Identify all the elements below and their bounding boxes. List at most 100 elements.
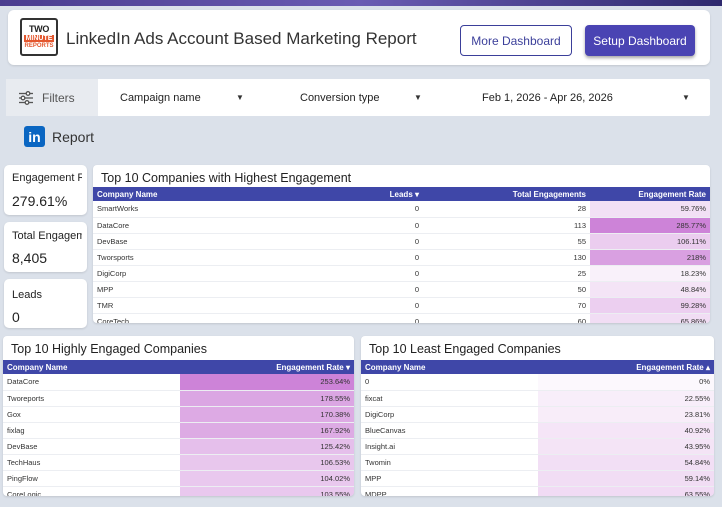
chevron-down-icon: ▼: [236, 93, 244, 102]
cell-engagement-rate: 103.55%: [180, 486, 354, 496]
cell-company: CoreLogic: [3, 486, 180, 496]
cell-engagement-rate: 106.11%: [590, 233, 710, 250]
cell-company: Insight.ai: [361, 438, 538, 455]
cell-engagement-rate: 22.55%: [538, 390, 714, 407]
cell-company: 0: [361, 374, 538, 391]
table-row[interactable]: MPP 59.14%: [361, 470, 714, 487]
cell-company: PingFlow: [3, 470, 180, 487]
table-row[interactable]: 0 0%: [361, 374, 714, 391]
cell-engagement-rate: 54.84%: [538, 454, 714, 471]
more-dashboard-button[interactable]: More Dashboard: [460, 25, 572, 56]
linkedin-icon: in: [24, 126, 45, 147]
cell-engagement-rate: 106.53%: [180, 454, 354, 471]
table-row[interactable]: DigiCorp 23.81%: [361, 406, 714, 423]
report-section-label: in Report: [24, 126, 94, 147]
cell-total-engagements: 25: [423, 265, 590, 282]
cell-company: DevBase: [3, 438, 180, 455]
setup-dashboard-button[interactable]: Setup Dashboard: [585, 25, 695, 56]
cell-engagement-rate: 167.92%: [180, 422, 354, 439]
top-engagement-panel: Top 10 Companies with Highest Engagement…: [93, 165, 710, 323]
filters-label: Filters: [42, 90, 75, 105]
table-row[interactable]: Twomin 54.84%: [361, 454, 714, 471]
page-title: LinkedIn Ads Account Based Marketing Rep…: [66, 29, 417, 48]
cell-engagement-rate: 285.77%: [590, 217, 710, 234]
report-header: TWO MINUTE REPORTS LinkedIn Ads Account …: [8, 10, 710, 65]
date-range-label: Feb 1, 2026 - Apr 26, 2026: [482, 91, 613, 104]
cell-company: DigiCorp: [93, 265, 303, 282]
table-row[interactable]: MDPP 63.55%: [361, 486, 714, 496]
chevron-down-icon: ▼: [414, 93, 422, 102]
panel-title: Top 10 Highly Engaged Companies: [11, 342, 207, 356]
cell-engagement-rate: 99.28%: [590, 297, 710, 314]
filters-toggle[interactable]: Filters: [6, 79, 98, 116]
cell-company: fixcat: [361, 390, 538, 407]
column-header-engagement-rate[interactable]: Engagement Rate: [590, 187, 710, 201]
table-row[interactable]: DataCore 0 113 285.77%: [93, 217, 710, 234]
table-row[interactable]: DevBase 125.42%: [3, 438, 354, 455]
top-accent-strip: [0, 0, 722, 6]
cell-leads: 0: [303, 201, 423, 218]
sliders-icon: [19, 90, 33, 105]
table-row[interactable]: DataCore 253.64%: [3, 374, 354, 391]
kpi-label: Total Engagements: [12, 230, 82, 242]
cell-company: MPP: [361, 470, 538, 487]
table-row[interactable]: Insight.ai 43.95%: [361, 438, 714, 455]
cell-engagement-rate: 218%: [590, 249, 710, 266]
column-header-leads[interactable]: Leads ▾: [303, 187, 423, 201]
cell-leads: 0: [303, 233, 423, 250]
cell-company: Tworeports: [3, 390, 180, 407]
table-row[interactable]: DevBase 0 55 106.11%: [93, 233, 710, 250]
table-row[interactable]: Tworsports 0 130 218%: [93, 249, 710, 266]
table-row[interactable]: TechHaus 106.53%: [3, 454, 354, 471]
cell-company: Tworsports: [93, 249, 303, 266]
cell-leads: 0: [303, 217, 423, 234]
cell-leads: 0: [303, 249, 423, 266]
kpi-value: 0: [12, 309, 20, 325]
column-header-engagement-rate[interactable]: Engagement Rate ▾: [180, 360, 354, 374]
column-header-company[interactable]: Company Name: [93, 187, 303, 201]
table-row[interactable]: SmartWorks 0 28 59.76%: [93, 201, 710, 218]
cell-total-engagements: 113: [423, 217, 590, 234]
table-row[interactable]: fixlag 167.92%: [3, 422, 354, 439]
cell-leads: 0: [303, 297, 423, 314]
cell-total-engagements: 130: [423, 249, 590, 266]
two-minute-reports-logo: TWO MINUTE REPORTS: [20, 18, 58, 56]
conversion-type-dropdown[interactable]: Conversion type ▼: [300, 79, 424, 116]
top-engagement-table: Company Name Leads ▾ Total Engagements E…: [93, 187, 710, 323]
cell-total-engagements: 70: [423, 297, 590, 314]
table-row[interactable]: MPP 0 50 48.84%: [93, 281, 710, 298]
cell-company: MPP: [93, 281, 303, 298]
table-row[interactable]: CoreLogic 103.55%: [3, 486, 354, 496]
cell-engagement-rate: 40.92%: [538, 422, 714, 439]
column-header-company[interactable]: Company Name: [3, 360, 180, 374]
cell-company: fixlag: [3, 422, 180, 439]
least-engaged-panel: Top 10 Least Engaged Companies Company N…: [361, 336, 714, 496]
column-header-total-engagements[interactable]: Total Engagements: [423, 187, 590, 201]
table-row[interactable]: DigiCorp 0 25 18.23%: [93, 265, 710, 282]
kpi-value: 279.61%: [12, 193, 68, 209]
cell-leads: 0: [303, 265, 423, 282]
cell-engagement-rate: 23.81%: [538, 406, 714, 423]
cell-company: DevBase: [93, 233, 303, 250]
cell-company: Gox: [3, 406, 180, 423]
table-row[interactable]: BlueCanvas 40.92%: [361, 422, 714, 439]
campaign-name-dropdown[interactable]: Campaign name ▼: [120, 79, 250, 116]
logo-line-2: MINUTE: [23, 35, 55, 42]
table-row[interactable]: Tworeports 178.55%: [3, 390, 354, 407]
cell-engagement-rate: 104.02%: [180, 470, 354, 487]
cell-engagement-rate: 63.55%: [538, 486, 714, 496]
cell-engagement-rate: 178.55%: [180, 390, 354, 407]
cell-engagement-rate: 43.95%: [538, 438, 714, 455]
column-header-engagement-rate[interactable]: Engagement Rate ▴: [538, 360, 714, 374]
table-row[interactable]: Gox 170.38%: [3, 406, 354, 423]
cell-company: SmartWorks: [93, 201, 303, 218]
cell-engagement-rate: 170.38%: [180, 406, 354, 423]
cell-engagement-rate: 18.23%: [590, 265, 710, 282]
column-header-company[interactable]: Company Name: [361, 360, 538, 374]
date-range-picker[interactable]: Feb 1, 2026 - Apr 26, 2026 ▼: [482, 79, 692, 116]
table-row[interactable]: PingFlow 104.02%: [3, 470, 354, 487]
kpi-label: Leads: [12, 289, 42, 301]
table-row[interactable]: CoreTech 0 60 65.86%: [93, 313, 710, 323]
table-row[interactable]: TMR 0 70 99.28%: [93, 297, 710, 314]
table-row[interactable]: fixcat 22.55%: [361, 390, 714, 407]
